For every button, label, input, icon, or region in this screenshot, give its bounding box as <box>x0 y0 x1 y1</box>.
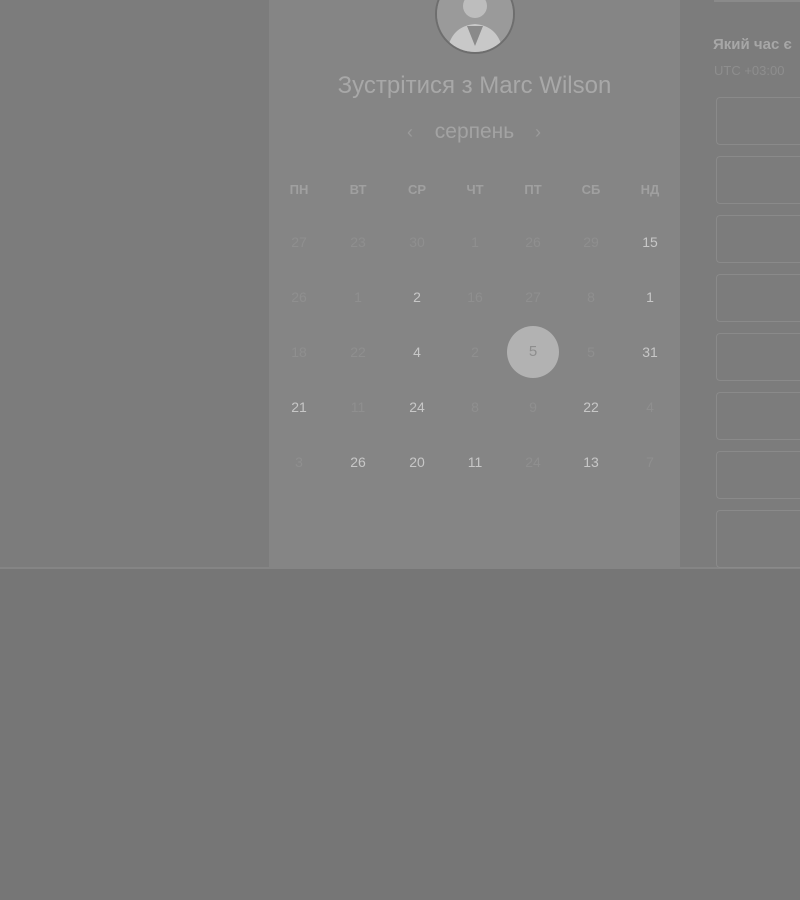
time-slot-button[interactable] <box>716 451 800 499</box>
time-slot-button[interactable] <box>716 333 800 381</box>
calendar-day-unavailable: 29 <box>583 234 599 250</box>
calendar-day-unavailable: 2 <box>471 344 479 360</box>
page-backdrop-lower <box>0 569 800 900</box>
calendar-day-available[interactable]: 1 <box>630 285 670 309</box>
calendar-day-available[interactable]: 15 <box>630 230 670 254</box>
calendar-day-available[interactable]: 2 <box>397 285 437 309</box>
weekday-label: СБ <box>581 182 601 197</box>
time-slot-button[interactable] <box>716 156 800 204</box>
month-navigation: ‹ серпень › <box>269 120 680 148</box>
month-label: серпень <box>434 120 515 143</box>
calendar-day-unavailable: 23 <box>350 234 366 250</box>
calendar-day-unavailable: 8 <box>471 399 479 415</box>
calendar-day-unavailable: 8 <box>587 289 595 305</box>
selected-day[interactable]: 5 <box>507 326 559 378</box>
calendar-day-unavailable: 1 <box>354 289 362 305</box>
weekday-label: ПТ <box>524 182 542 197</box>
calendar-day-available[interactable]: 21 <box>279 395 319 419</box>
chevron-right-icon[interactable]: › <box>530 122 546 143</box>
calendar-day-unavailable: 30 <box>409 234 425 250</box>
calendar-day-available[interactable]: 22 <box>571 395 611 419</box>
weekday-label: СР <box>407 182 427 197</box>
calendar-day-unavailable: 4 <box>646 399 654 415</box>
divider <box>714 0 800 2</box>
calendar-day-available[interactable]: 26 <box>338 450 378 474</box>
calendar-day-unavailable: 26 <box>291 289 307 305</box>
weekday-label: ПН <box>289 182 309 197</box>
timezone-label: UTC +03:00 <box>714 63 785 78</box>
calendar-day-available[interactable]: 11 <box>455 450 495 474</box>
time-slot-button[interactable] <box>716 215 800 263</box>
time-slot-button[interactable] <box>716 510 800 568</box>
calendar-day-unavailable: 11 <box>350 399 366 415</box>
time-slot-button[interactable] <box>716 274 800 322</box>
calendar-day-unavailable: 7 <box>646 454 654 470</box>
calendar-day-unavailable: 27 <box>525 289 541 305</box>
calendar-day-available[interactable]: 4 <box>397 340 437 364</box>
time-panel-heading: Який час є <box>713 36 792 53</box>
calendar-day-unavailable: 3 <box>295 454 303 470</box>
time-slot-button[interactable] <box>716 97 800 145</box>
weekday-label: ЧТ <box>466 182 484 197</box>
calendar-day-available[interactable]: 31 <box>630 340 670 364</box>
weekday-label: НД <box>640 182 660 197</box>
calendar-day-unavailable: 5 <box>587 344 595 360</box>
calendar-day-unavailable: 24 <box>525 454 541 470</box>
calendar-day-available[interactable]: 13 <box>571 450 611 474</box>
weekday-label: ВТ <box>349 182 367 197</box>
calendar-day-unavailable: 26 <box>525 234 541 250</box>
calendar-day-unavailable: 18 <box>291 344 307 360</box>
calendar-day-unavailable: 27 <box>291 234 307 250</box>
page-title: Зустрітися з Marc Wilson <box>337 72 612 99</box>
calendar-day-unavailable: 22 <box>350 344 366 360</box>
calendar-day-available[interactable]: 20 <box>397 450 437 474</box>
calendar-day-unavailable: 16 <box>467 289 483 305</box>
calendar-day-available[interactable]: 24 <box>397 395 437 419</box>
chevron-left-icon[interactable]: ‹ <box>402 122 418 143</box>
calendar-day-unavailable: 1 <box>471 234 479 250</box>
time-slot-button[interactable] <box>716 392 800 440</box>
calendar-day-unavailable: 9 <box>529 399 537 415</box>
